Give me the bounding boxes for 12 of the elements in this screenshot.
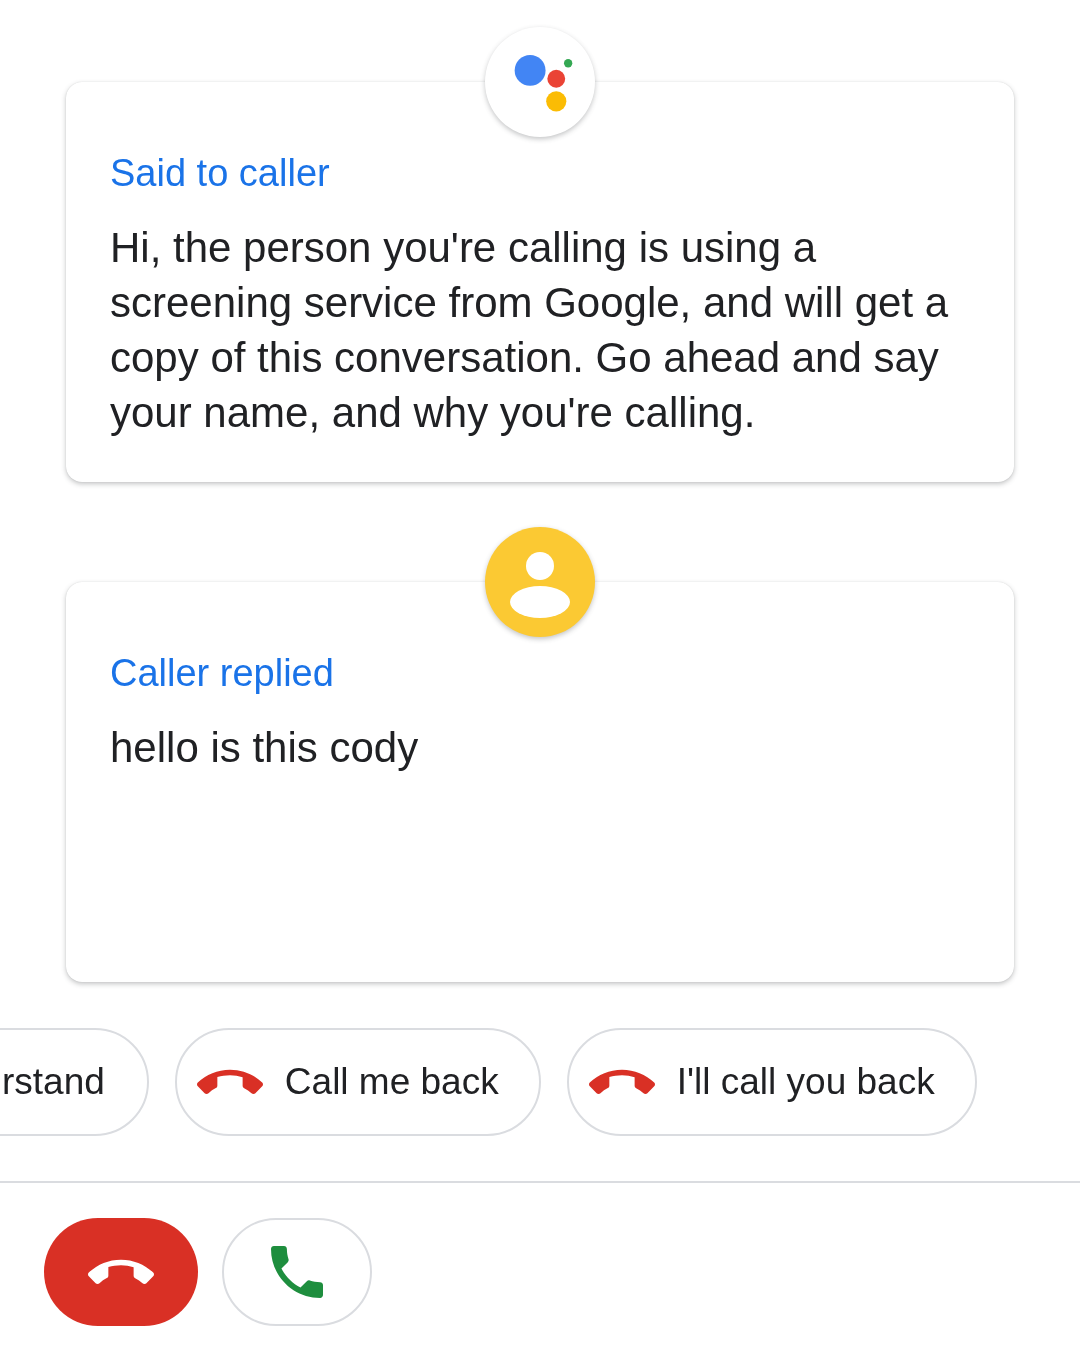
person-icon <box>510 550 570 618</box>
reply-chip[interactable]: I'll call you back <box>566 1028 977 1136</box>
card-heading: Caller replied <box>110 651 335 696</box>
hang-up-icon <box>196 1068 263 1096</box>
hang-up-icon <box>588 1068 655 1096</box>
message-text: hello is this cody <box>110 723 420 773</box>
phone-icon <box>271 1246 323 1298</box>
hang-up-icon <box>88 1258 154 1286</box>
reply-chip[interactable]: rstand <box>0 1028 149 1136</box>
reply-chip[interactable]: Call me back <box>174 1028 541 1136</box>
message-text: Hi, the person you're calling is using a screening service from Google, and will get a copy of this conversation. Go ahead and say your name, and why you're calling. <box>110 223 950 438</box>
card-heading: Said to caller <box>110 151 331 196</box>
